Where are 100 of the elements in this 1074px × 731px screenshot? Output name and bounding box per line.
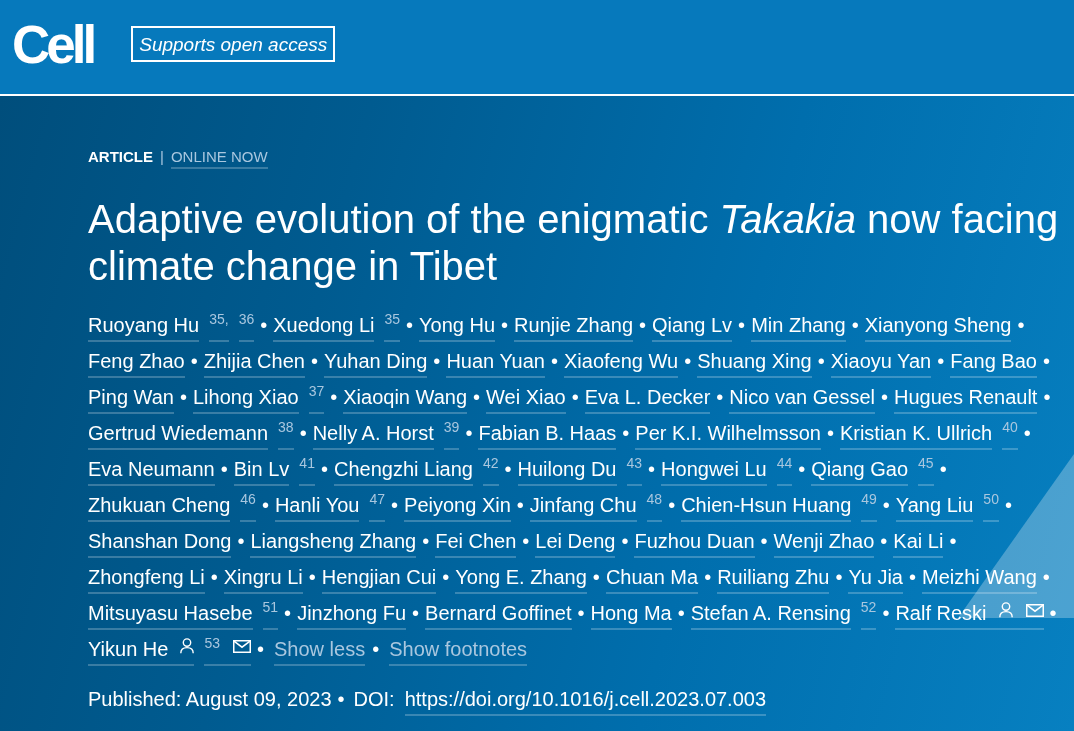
author-link[interactable]: Xingru Li [223, 565, 303, 594]
show-toggle-link[interactable]: Show footnotes [389, 637, 528, 666]
author-link[interactable]: Chien-Hsun Huang [681, 493, 852, 522]
author-link[interactable]: Mitsuyasu Hasebe [88, 601, 253, 630]
author-link[interactable]: Yang Liu [895, 493, 974, 522]
footnote-link[interactable]: 35, [209, 312, 229, 342]
author-link[interactable]: Jinzhong Fu [297, 601, 407, 630]
author-link[interactable]: Huan Yuan [446, 349, 545, 378]
author-link[interactable]: Jinfang Chu [529, 493, 637, 522]
author-link[interactable]: Liangsheng Zhang [250, 529, 417, 558]
author-link[interactable]: Zhukuan Cheng [88, 493, 231, 522]
show-toggle-link[interactable]: Show less [274, 637, 366, 666]
bullet-separator: • [1004, 494, 1012, 516]
author-link[interactable]: Huilong Du [517, 457, 617, 486]
footnote-link[interactable]: 51 [262, 600, 279, 630]
author-link[interactable]: Lei Deng [535, 529, 616, 558]
author-link[interactable]: Fei Chen [435, 529, 517, 558]
footnote-link[interactable]: 53 [204, 636, 220, 666]
author-link[interactable]: Feng Zhao [88, 349, 185, 378]
author-link[interactable]: Bin Lv [233, 457, 290, 486]
footnote-link[interactable]: 42 [482, 456, 499, 486]
author-link[interactable]: Meizhi Wang [922, 565, 1037, 594]
bullet-separator: • [320, 458, 328, 480]
bullet-separator: • [310, 350, 318, 372]
author-link[interactable]: Wenji Zhao [773, 529, 875, 558]
footnote-link[interactable]: 43 [626, 456, 643, 486]
author-link[interactable]: Fabian B. Haas [478, 421, 617, 450]
author-link[interactable]: Ruoyang Hu [88, 313, 200, 342]
author-link[interactable]: Xiaofeng Wu [564, 349, 679, 378]
author-link[interactable]: Yong Hu [419, 313, 496, 342]
doi-link[interactable]: https://doi.org/10.1016/j.cell.2023.07.003 [404, 687, 767, 716]
author-link[interactable]: Chengzhi Liang [333, 457, 473, 486]
footnote-link[interactable]: 46 [240, 492, 256, 522]
author-link[interactable]: Per K.I. Wilhelmsson [635, 421, 821, 450]
footnote-link[interactable]: 44 [776, 456, 793, 486]
bullet-separator: • [592, 566, 600, 588]
author-link[interactable]: Eva L. Decker [584, 385, 711, 414]
footnote-link[interactable]: 37 [308, 384, 325, 414]
author-link[interactable]: Zhijia Chen [203, 349, 305, 378]
author-link[interactable]: Hengjian Cui [321, 565, 437, 594]
author-link[interactable]: Yuhan Ding [323, 349, 428, 378]
open-access-badge: Supports open access [131, 26, 336, 62]
author-link[interactable]: Ruiliang Zhu [717, 565, 830, 594]
author-link[interactable]: Xiaoyu Yan [830, 349, 932, 378]
footnote-link[interactable]: 39 [443, 420, 460, 450]
email-link[interactable] [220, 637, 251, 666]
author-link[interactable]: Nico van Gessel [729, 385, 875, 414]
author-link[interactable]: Bernard Goffinet [425, 601, 572, 630]
online-now-link[interactable]: ONLINE NOW [170, 147, 268, 169]
author-link[interactable]: Gertrud Wiedemann [88, 421, 269, 450]
author-link[interactable]: Fang Bao [950, 349, 1037, 378]
author-link[interactable]: Stefan A. Rensing [690, 601, 851, 630]
author-link[interactable]: Lihong Xiao [193, 385, 299, 414]
footnote-link[interactable]: 35 [384, 312, 401, 342]
bullet-separator: • [257, 638, 264, 660]
footnote-link[interactable]: 38 [278, 420, 294, 450]
author-link[interactable]: Eva Neumann [88, 457, 215, 486]
author-link[interactable]: Xiaoqin Wang [343, 385, 467, 414]
footnote-link[interactable]: 49 [861, 492, 877, 522]
author-link[interactable]: Runjie Zhang [514, 313, 634, 342]
author-link[interactable]: Hongwei Lu [661, 457, 767, 486]
author-link[interactable]: Qiang Gao [811, 457, 909, 486]
bullet-separator: • [337, 687, 345, 711]
author-link[interactable]: Peiyong Xin [404, 493, 511, 522]
author-link[interactable]: Qiang Lv [652, 313, 733, 342]
author-link[interactable]: Yikun He [88, 637, 195, 666]
author-link[interactable]: Hong Ma [590, 601, 672, 630]
footnote-link[interactable]: 41 [299, 456, 315, 486]
author-link[interactable]: Hanli You [274, 493, 360, 522]
footnote-link[interactable]: 36 [238, 312, 255, 342]
footnote-link[interactable]: 47 [369, 492, 386, 522]
author-link[interactable]: Shanshan Dong [88, 529, 232, 558]
author-link[interactable]: Yong E. Zhang [455, 565, 587, 594]
author-link[interactable]: Kai Li [893, 529, 944, 558]
author-link[interactable]: Xuedong Li [273, 313, 375, 342]
author-link[interactable]: Ping Wan [88, 385, 174, 414]
bullet-separator: • [937, 350, 945, 372]
bullet-separator: • [684, 350, 692, 372]
author-link[interactable]: Chuan Ma [605, 565, 699, 594]
author-link[interactable]: Nelly A. Horst [312, 421, 434, 450]
journal-logo[interactable]: Cell [12, 17, 94, 71]
author-link[interactable]: Kristian K. Ullrich [839, 421, 993, 450]
author-link[interactable]: Hugues Renault [894, 385, 1038, 414]
bullet-separator: • [738, 314, 746, 336]
label-divider: | [160, 147, 164, 167]
author-link[interactable]: Ralf Reski [895, 601, 1013, 630]
bullet-separator: • [622, 422, 630, 444]
person-icon[interactable] [180, 638, 195, 654]
author-link[interactable]: Wei Xiao [486, 385, 566, 414]
footnote-link[interactable]: 52 [860, 600, 877, 630]
author-link[interactable]: Shuang Xing [697, 349, 812, 378]
author-link[interactable]: Yu Jia [848, 565, 903, 594]
bullet-separator: • [1049, 602, 1057, 624]
author-link[interactable]: Zhongfeng Li [88, 565, 205, 594]
bullet-separator: • [880, 386, 888, 408]
email-link[interactable] [1012, 601, 1044, 630]
author-link[interactable]: Fuzhou Duan [634, 529, 755, 558]
author-link[interactable]: Xianyong Sheng [864, 313, 1012, 342]
footnote-link[interactable]: 48 [646, 492, 663, 522]
author-link[interactable]: Min Zhang [751, 313, 846, 342]
